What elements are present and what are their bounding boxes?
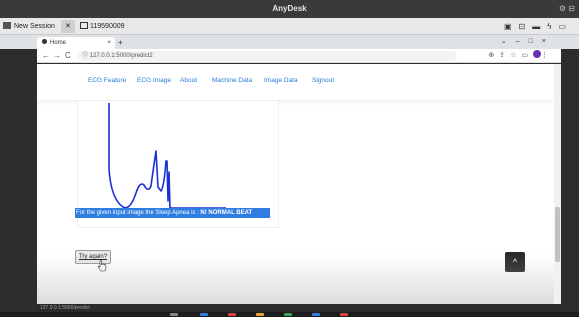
- monitor-icon: [80, 22, 88, 29]
- anydesk-title-bar: AnyDesk ⚙ ⊟: [0, 0, 579, 18]
- new-session-tab[interactable]: New Session: [3, 20, 55, 33]
- remote-desktop-right-edge: [561, 35, 579, 317]
- tab-title: Home: [50, 40, 67, 46]
- hand-cursor-icon: [98, 260, 107, 272]
- profile-avatar[interactable]: [533, 50, 541, 58]
- page-scrollbar[interactable]: [554, 64, 561, 304]
- reload-icon[interactable]: C: [65, 50, 71, 62]
- result-prefix: For the given input image the Sleep Apne…: [76, 210, 201, 216]
- browser-toolbar: ← → C ⓘ 127.0.0.1:5000/predict2 ⊕⇪☆▭ ⋮: [37, 49, 561, 63]
- result-value: N! NORMAL BEAT: [200, 210, 253, 216]
- taskbar-item[interactable]: [340, 313, 348, 316]
- page-fade-overlay: [37, 254, 554, 304]
- taskbar-item[interactable]: [170, 313, 178, 316]
- nav-image-data[interactable]: Image Data: [264, 77, 298, 84]
- close-session-button[interactable]: ✕: [61, 20, 75, 33]
- share-icon[interactable]: ⇪: [499, 52, 510, 59]
- web-page: ECG Feature ECG Image About Machine Data…: [37, 64, 554, 304]
- remote-session-tab[interactable]: 119590009: [80, 20, 125, 33]
- address-bar[interactable]: ⓘ 127.0.0.1:5000/predict2: [77, 51, 457, 61]
- scroll-to-top-button[interactable]: ^: [505, 252, 525, 272]
- prediction-result: For the given input image the Sleep Apne…: [75, 208, 270, 218]
- nav-machine-data[interactable]: Machine Data: [212, 77, 252, 84]
- anydesk-toolbar[interactable]: ▣⊡▬ϟ▭: [504, 20, 573, 33]
- anydesk-menu-icon[interactable]: ⚙ ⊟: [559, 0, 575, 18]
- tab-close-icon[interactable]: ×: [107, 37, 111, 49]
- taskbar-item[interactable]: [312, 313, 320, 316]
- menu-kebab-icon[interactable]: ⋮: [541, 52, 553, 59]
- forward-icon[interactable]: →: [53, 50, 61, 62]
- ecg-trace: [108, 103, 226, 209]
- remote-id-label: 119590009: [90, 23, 125, 30]
- url-text: 127.0.0.1:5000/predict2: [89, 53, 153, 59]
- zoom-icon[interactable]: ⊕: [488, 52, 499, 59]
- nav-signout[interactable]: Signout: [312, 77, 334, 84]
- new-tab-button[interactable]: +: [118, 37, 123, 49]
- nav-ecg-image[interactable]: ECG Image: [137, 77, 171, 84]
- sidepanel-icon[interactable]: ▭: [521, 52, 533, 59]
- anydesk-title: AnyDesk: [272, 4, 307, 13]
- status-url-hint: 127.0.0.1:5000/predict: [37, 304, 561, 312]
- tab-favicon-icon: [42, 39, 47, 44]
- browser-actions[interactable]: ⊕⇪☆▭ ⋮: [488, 50, 553, 62]
- new-session-label: New Session: [14, 23, 55, 30]
- back-icon[interactable]: ←: [42, 50, 50, 62]
- new-session-icon: [3, 22, 11, 29]
- remote-desktop-left-edge: [0, 35, 37, 317]
- chevron-up-icon: ^: [512, 257, 518, 267]
- taskbar-item[interactable]: [228, 313, 236, 316]
- taskbar-item[interactable]: [200, 313, 208, 316]
- nav-ecg-feature[interactable]: ECG Feature: [88, 77, 126, 84]
- browser-tab-home[interactable]: Home ×: [37, 37, 115, 49]
- scrollbar-thumb[interactable]: [555, 207, 560, 262]
- anydesk-tab-bar: New Session ✕ 119590009 ▣⊡▬ϟ▭: [0, 18, 579, 35]
- taskbar-item[interactable]: [256, 313, 264, 316]
- taskbar-item[interactable]: [284, 313, 292, 316]
- bookmark-icon[interactable]: ☆: [510, 52, 521, 59]
- site-navbar: ECG Feature ECG Image About Machine Data…: [37, 64, 554, 100]
- remote-taskbar: [0, 312, 579, 317]
- nav-about[interactable]: About: [180, 77, 197, 84]
- info-icon[interactable]: ⓘ: [82, 53, 90, 59]
- window-controls[interactable]: ⌄–□×: [501, 36, 555, 48]
